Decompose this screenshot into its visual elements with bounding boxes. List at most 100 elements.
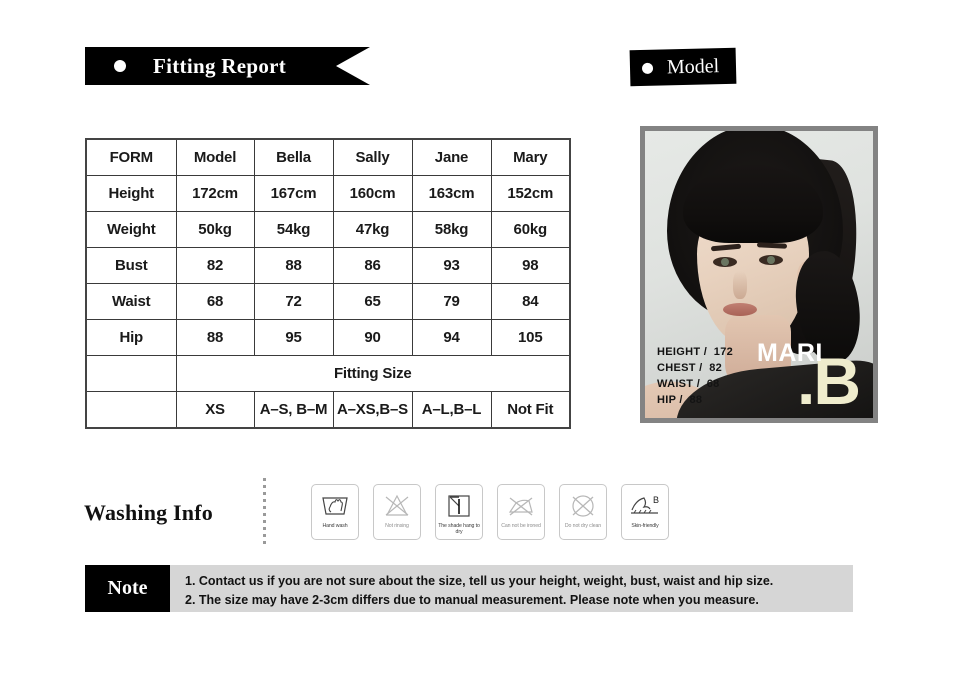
row-label-height: Height — [85, 175, 177, 212]
fitting-report-title: Fitting Report — [153, 53, 287, 78]
note-text: 1. Contact us if you are not sure about … — [185, 572, 849, 610]
washing-info-title: Washing Info — [84, 500, 213, 525]
table-header-row: FORM Model Bella Sally Jane Mary — [85, 138, 571, 176]
fitting-size-jane: A–L,B–L — [411, 391, 492, 429]
table-row: Hip 88 95 90 94 105 — [85, 319, 571, 356]
fitting-size-mary: Not Fit — [490, 391, 571, 429]
no-iron-icon: Can not be ironed — [497, 484, 545, 540]
stat-hip: HIP / 88 — [657, 394, 703, 406]
pupil-right — [767, 256, 775, 264]
cell-hip-mary: 105 — [490, 319, 571, 356]
model-photo-frame: .B MARI HEIGHT / 172 CHEST / 82 WAIST / … — [640, 126, 878, 423]
washing-icon-list: Hand wash Not rinsing The shade hang to … — [311, 484, 669, 540]
model-banner: Model — [629, 47, 737, 87]
table-row: Weight 50kg 54kg 47kg 58kg 60kg — [85, 211, 571, 248]
cell-bust-sally: 86 — [332, 247, 413, 284]
cell-height-jane: 163cm — [411, 175, 492, 212]
shade-hang-dry-icon: The shade hang to dry — [435, 484, 483, 540]
note-label: Note — [85, 565, 170, 612]
table-row: Waist 68 72 65 79 84 — [85, 283, 571, 320]
fitting-size-model: XS — [175, 391, 255, 429]
row-label-waist: Waist — [85, 283, 177, 320]
no-iron-glyph — [506, 489, 536, 523]
hand-wash-glyph — [320, 489, 350, 523]
cell-bust-bella: 88 — [253, 247, 334, 284]
svg-text:B: B — [653, 495, 659, 505]
no-dry-clean-caption: Do not dry clean — [564, 523, 602, 529]
table-row: Height 172cm 167cm 160cm 163cm 152cm — [85, 175, 571, 212]
brand-name-mari: MARI — [757, 339, 823, 367]
column-header-jane: Jane — [411, 138, 492, 176]
blank-cell — [85, 391, 177, 429]
cell-waist-mary: 84 — [490, 283, 571, 320]
cell-hip-model: 88 — [175, 319, 255, 356]
no-iron-caption: Can not be ironed — [501, 523, 541, 529]
ribbon-notch-icon — [336, 47, 370, 85]
shade-hang-dry-glyph — [445, 489, 473, 523]
circle-bullet-icon — [641, 62, 654, 74]
no-rinsing-caption: Not rinsing — [385, 523, 409, 529]
pupil-left — [721, 258, 729, 266]
column-header-form: FORM — [85, 138, 177, 176]
circle-bullet-icon — [114, 60, 126, 72]
row-label-hip: Hip — [85, 319, 177, 356]
lips-shape — [723, 303, 757, 316]
blank-cell — [85, 355, 177, 392]
hand-wash-caption: Hand wash — [322, 523, 348, 529]
cell-height-model: 172cm — [175, 175, 255, 212]
row-label-weight: Weight — [85, 211, 177, 248]
no-dry-clean-glyph — [569, 489, 597, 523]
hand-wash-icon: Hand wash — [311, 484, 359, 540]
model-title: Model — [666, 54, 720, 78]
cell-waist-model: 68 — [175, 283, 255, 320]
model-portrait-image: .B MARI HEIGHT / 172 CHEST / 82 WAIST / … — [645, 131, 873, 418]
cell-height-bella: 167cm — [253, 175, 334, 212]
cell-weight-jane: 58kg — [411, 211, 492, 248]
skin-friendly-icon: B Skin-friendly — [621, 484, 669, 540]
cell-weight-mary: 60kg — [490, 211, 571, 248]
column-header-sally: Sally — [332, 138, 413, 176]
stat-height: HEIGHT / 172 — [657, 346, 734, 358]
cell-waist-bella: 72 — [253, 283, 334, 320]
cell-hip-bella: 95 — [253, 319, 334, 356]
skin-friendly-glyph: B — [628, 489, 662, 523]
shade-hang-dry-caption: The shade hang to dry — [438, 523, 480, 535]
fitting-size-label: Fitting Size — [175, 355, 571, 392]
table-row: Bust 82 88 86 93 98 — [85, 247, 571, 284]
cell-bust-mary: 98 — [490, 247, 571, 284]
cell-bust-model: 82 — [175, 247, 255, 284]
no-dry-clean-icon: Do not dry clean — [559, 484, 607, 540]
cell-height-mary: 152cm — [490, 175, 571, 212]
note-line-2: 2. The size may have 2-3cm differs due t… — [185, 593, 759, 607]
size-recommendation-row: XS A–S, B–M A–XS,B–S A–L,B–L Not Fit — [85, 391, 571, 429]
cell-weight-model: 50kg — [175, 211, 255, 248]
fitting-size-bella: A–S, B–M — [253, 391, 334, 429]
no-rinsing-glyph — [382, 489, 412, 523]
size-table: FORM Model Bella Sally Jane Mary Height … — [85, 138, 571, 429]
stat-waist: WAIST / 68 — [657, 378, 720, 390]
skin-friendly-caption: Skin-friendly — [631, 523, 659, 529]
column-header-model: Model — [175, 138, 255, 176]
nose-shape — [733, 271, 747, 299]
fitting-report-banner: Fitting Report — [85, 47, 370, 85]
row-label-bust: Bust — [85, 247, 177, 284]
fitting-size-sally: A–XS,B–S — [332, 391, 413, 429]
column-header-bella: Bella — [253, 138, 334, 176]
note-bar: Note 1. Contact us if you are not sure a… — [85, 565, 853, 612]
model-measurements-overlay: HEIGHT / 172 CHEST / 82 WAIST / 68 HIP /… — [657, 344, 733, 408]
cell-hip-jane: 94 — [411, 319, 492, 356]
column-header-mary: Mary — [490, 138, 571, 176]
no-rinsing-icon: Not rinsing — [373, 484, 421, 540]
cell-hip-sally: 90 — [332, 319, 413, 356]
cell-bust-jane: 93 — [411, 247, 492, 284]
dotted-divider — [263, 478, 266, 544]
fitting-size-row: Fitting Size — [85, 355, 571, 392]
cell-height-sally: 160cm — [332, 175, 413, 212]
stat-chest: CHEST / 82 — [657, 362, 723, 374]
fitting-report-page: Fitting Report Model FORM Model Bella Sa… — [0, 0, 960, 683]
cell-waist-sally: 65 — [332, 283, 413, 320]
cell-waist-jane: 79 — [411, 283, 492, 320]
note-line-1: 1. Contact us if you are not sure about … — [185, 574, 774, 588]
cell-weight-sally: 47kg — [332, 211, 413, 248]
cell-weight-bella: 54kg — [253, 211, 334, 248]
